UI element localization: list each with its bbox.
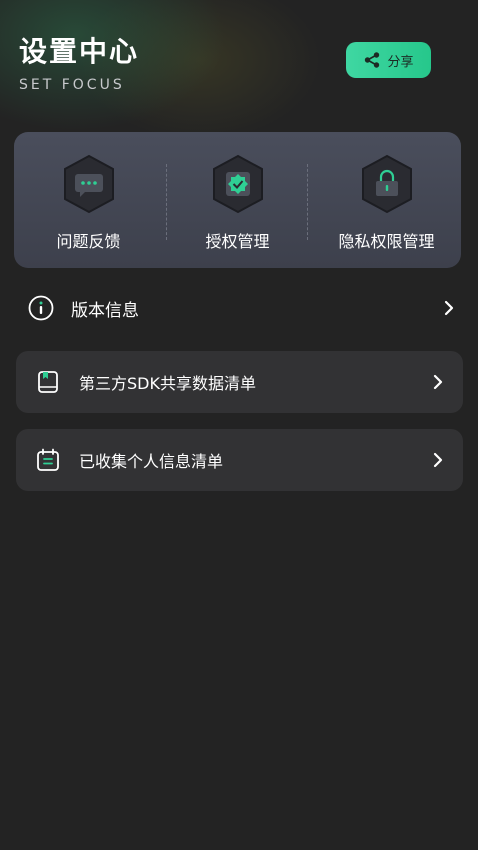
quick-item-authorization[interactable]: 授权管理 — [163, 132, 312, 268]
chevron-right-icon — [433, 374, 443, 390]
chevron-right-icon — [444, 300, 454, 316]
share-button[interactable]: 分享 — [346, 42, 431, 78]
share-label: 分享 — [387, 54, 414, 70]
lock-icon — [361, 154, 412, 214]
book-icon — [38, 371, 58, 393]
page-subtitle: SET FOCUS — [19, 77, 125, 93]
verified-badge-icon — [212, 154, 263, 214]
quick-item-privacy-label: 隐私权限管理 — [338, 232, 435, 251]
calendar-list-icon — [37, 448, 59, 471]
quick-actions-card: 问题反馈 授权管理 隐私权限管理 — [14, 132, 461, 268]
quick-item-authorization-label: 授权管理 — [205, 232, 270, 251]
page-title: 设置中心 — [19, 35, 140, 68]
quick-item-feedback[interactable]: 问题反馈 — [14, 132, 163, 268]
info-icon — [28, 295, 54, 321]
quick-item-privacy[interactable]: 隐私权限管理 — [312, 132, 461, 268]
chevron-right-icon — [433, 452, 443, 468]
menu-item-third-party-sdk-label: 第三方SDK共享数据清单 — [79, 374, 256, 393]
share-icon — [365, 52, 380, 68]
menu-item-personal-info[interactable]: 已收集个人信息清单 — [16, 429, 463, 491]
menu-item-version-info-label: 版本信息 — [71, 300, 139, 321]
menu-item-version-info[interactable]: 版本信息 — [16, 282, 462, 334]
chat-bubble-icon — [63, 154, 114, 214]
quick-item-feedback-label: 问题反馈 — [56, 232, 121, 251]
menu-item-third-party-sdk[interactable]: 第三方SDK共享数据清单 — [16, 351, 463, 413]
menu-item-personal-info-label: 已收集个人信息清单 — [79, 452, 224, 471]
divider — [307, 164, 308, 240]
